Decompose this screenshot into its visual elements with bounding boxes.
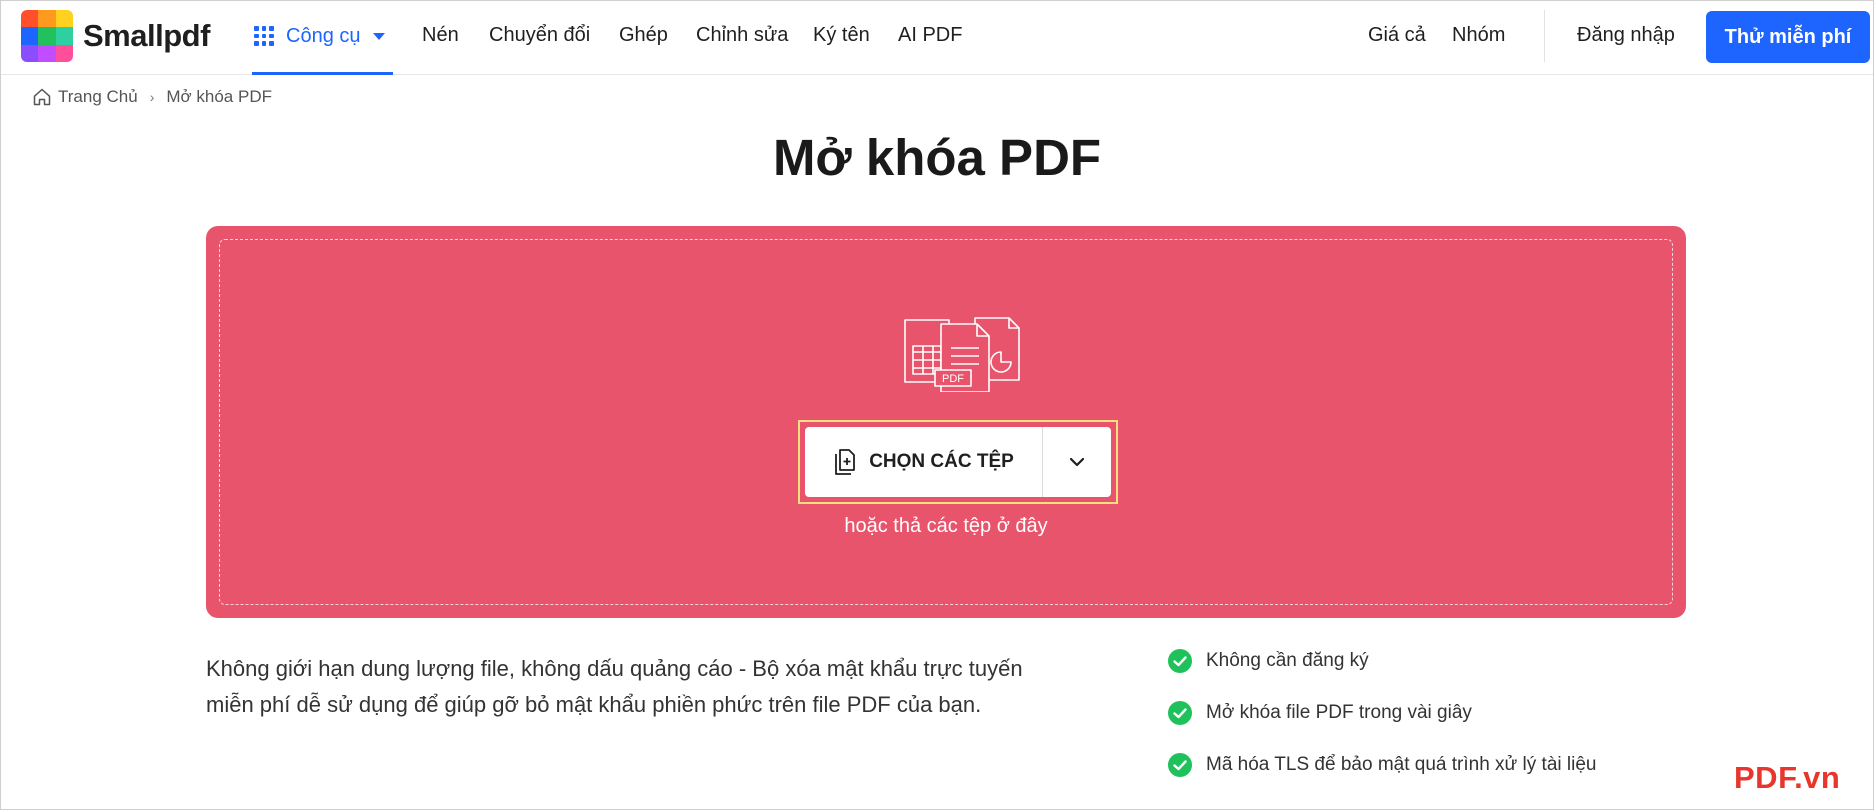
feature-list: Không cần đăng ký Mở khóa file PDF trong…: [1168, 648, 1596, 804]
check-circle-icon: [1168, 649, 1192, 673]
pdfvn-watermark: PDF.vn: [1734, 760, 1841, 795]
logo-mark-icon: [21, 10, 73, 62]
nav-teams[interactable]: Nhóm: [1452, 24, 1505, 47]
nav-ai-pdf[interactable]: AI PDF: [898, 24, 962, 47]
page-title: Mở khóa PDF: [772, 129, 1102, 186]
check-circle-icon: [1168, 753, 1192, 777]
feature-item: Mã hóa TLS để bảo mật quá trình xử lý tà…: [1168, 752, 1596, 778]
choose-files-button-group: CHỌN CÁC TỆP: [805, 427, 1111, 497]
documents-illustration-icon: PDF: [904, 317, 1020, 392]
upload-source-dropdown[interactable]: [1043, 427, 1111, 497]
drop-hint: hoặc thả các tệp ở đây: [844, 515, 1048, 537]
breadcrumb-current: Mở khóa PDF: [166, 87, 272, 106]
feature-text: Mở khóa file PDF trong vài giây: [1206, 702, 1472, 723]
logo-text: Smallpdf: [83, 18, 210, 53]
feature-item: Không cần đăng ký: [1168, 648, 1596, 674]
nav-edit[interactable]: Chỉnh sửa: [696, 24, 788, 47]
dropzone-dashed-border: PDF CHỌN CÁC TỆP hoặc thả các tệp ở đây: [219, 239, 1673, 605]
nav-merge[interactable]: Ghép: [619, 24, 668, 47]
feature-text: Mã hóa TLS để bảo mật quá trình xử lý tà…: [1206, 754, 1597, 775]
nav-divider: [1544, 10, 1545, 62]
pdf-badge-text: PDF: [942, 373, 964, 385]
add-file-icon: [835, 449, 856, 475]
choose-files-label: CHỌN CÁC TỆP: [869, 451, 1014, 472]
breadcrumb-separator: ›: [149, 89, 155, 105]
check-circle-icon: [1168, 701, 1192, 725]
nav-pricing[interactable]: Giá cả: [1368, 24, 1426, 47]
feature-item: Mở khóa file PDF trong vài giây: [1168, 700, 1596, 726]
smallpdf-logo[interactable]: Smallpdf: [21, 10, 210, 62]
chevron-down-icon: [1069, 457, 1085, 467]
tools-menu-label: Công cụ: [286, 24, 361, 47]
tools-menu[interactable]: Công cụ: [252, 0, 393, 75]
breadcrumb: Trang Chủ › Mở khóa PDF: [32, 87, 272, 107]
tool-description: Không giới hạn dung lượng file, không dấ…: [206, 656, 1023, 717]
login-link[interactable]: Đăng nhập: [1577, 24, 1675, 47]
file-dropzone[interactable]: PDF CHỌN CÁC TỆP hoặc thả các tệp ở đây: [206, 226, 1686, 618]
choose-files-button[interactable]: CHỌN CÁC TỆP: [805, 427, 1043, 497]
top-navbar: Smallpdf Công cụ Nén Chuyển đổi Ghép Chỉ…: [0, 0, 1874, 75]
apps-grid-icon: [254, 26, 274, 46]
nav-compress[interactable]: Nén: [422, 24, 459, 47]
feature-text: Không cần đăng ký: [1206, 650, 1369, 671]
nav-sign[interactable]: Ký tên: [813, 24, 870, 47]
try-free-button[interactable]: Thử miễn phí: [1706, 11, 1870, 63]
breadcrumb-home[interactable]: Trang Chủ: [58, 87, 138, 107]
home-icon: [33, 88, 51, 106]
caret-down-icon: [372, 32, 385, 40]
nav-convert[interactable]: Chuyển đổi: [489, 24, 590, 47]
